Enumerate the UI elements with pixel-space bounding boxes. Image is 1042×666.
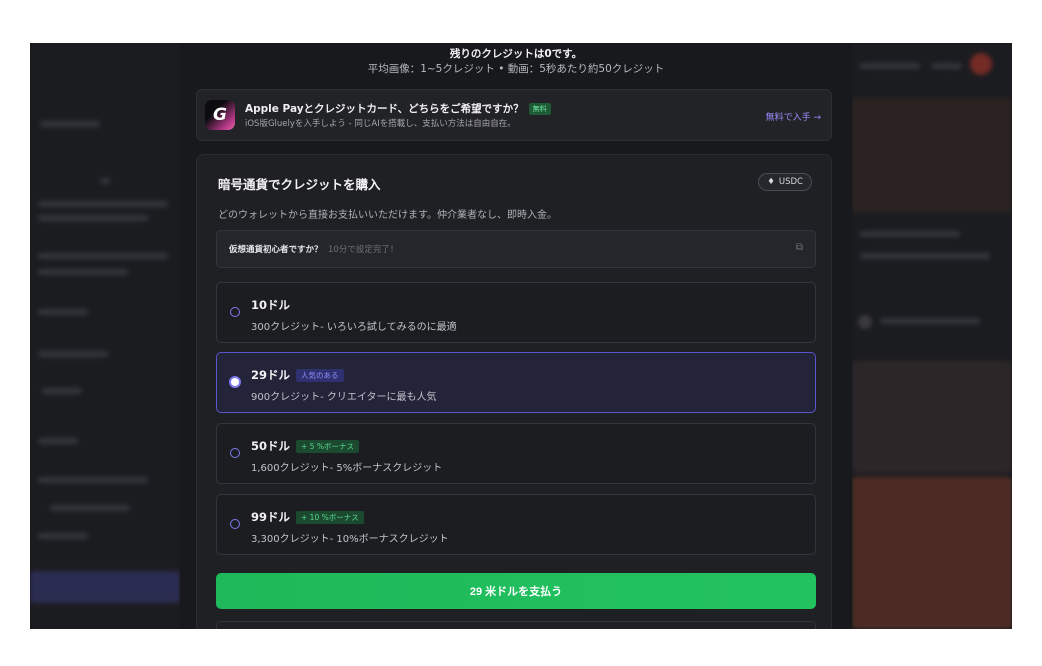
plan-option-10[interactable]: 10ドル 300クレジット- いろいろ試してみるのに最適 [216,282,816,343]
next-section-card [216,621,816,629]
radio-button[interactable] [230,307,240,317]
bonus-badge: + 10 %ボーナス [296,511,364,524]
gluely-logo-icon: G [205,100,235,130]
radio-button[interactable] [230,448,240,458]
plan-price: 99ドル [251,510,291,524]
usdc-label: USDC [778,177,803,187]
plan-price: 10ドル [251,298,291,312]
crypto-card-title: 暗号通貨でクレジットを購入 [218,177,381,192]
plan-description: 300クレジット- いろいろ試してみるのに最適 [251,322,457,333]
plan-title: 29ドル 人気のある [251,367,344,383]
promo-title: Apple Payとクレジットカード、どちらをご希望ですか？ 無料 [245,101,551,116]
background-content [852,43,1012,629]
promo-subtitle: iOS版Gluelyを入手しよう - 同じAIを搭載し、支払い方法は自由自在。 [245,119,516,129]
plan-description: 3,300クレジット- 10%ボーナスクレジット [251,534,449,545]
ios-app-promo[interactable]: G Apple Payとクレジットカード、どちらをご希望ですか？ 無料 iOS版G… [196,89,832,141]
plan-price: 50ドル [251,439,291,453]
ethereum-icon: ♦ [767,177,775,187]
background-sidebar [30,43,180,629]
radio-button[interactable] [230,519,240,529]
crypto-beginner-banner[interactable]: 仮想通貨初心者ですか？ 10分で設定完了！ ⧉ [216,230,816,268]
plan-description: 900クレジット- クリエイターに最も人気 [251,392,437,403]
promo-title-text: Apple Payとクレジットカード、どちらをご希望ですか？ [245,103,524,115]
usdc-badge[interactable]: ♦ USDC [758,173,812,191]
purchase-modal: 残りのクレジットは0です。 平均画像：1~5クレジット • 動画：5秒あたり約5… [180,43,852,629]
beginner-hint: 10分で設定完了！ [328,245,399,255]
crypto-purchase-card: 暗号通貨でクレジットを購入 ♦ USDC どのウォレットから直接お支払いいただけ… [196,154,832,629]
plan-option-50[interactable]: 50ドル + 5 %ボーナス 1,600クレジット- 5%ボーナスクレジット [216,423,816,484]
bonus-badge: + 5 %ボーナス [296,440,359,453]
free-badge: 無料 [528,103,551,115]
popular-badge: 人気のある [296,369,344,382]
external-link-icon[interactable]: ⧉ [796,242,803,253]
plan-title: 10ドル [251,297,290,313]
plan-description: 1,600クレジット- 5%ボーナスクレジット [251,463,443,474]
credit-cost-text: 平均画像：1~5クレジット • 動画：5秒あたり約50クレジット [367,63,665,75]
radio-button-selected[interactable] [230,377,240,387]
plan-title: 99ドル + 10 %ボーナス [251,509,364,525]
beginner-title: 仮想通貨初心者ですか？ [229,245,323,255]
get-free-link[interactable]: 無料で入手 → [766,110,821,123]
plan-option-29[interactable]: 29ドル 人気のある 900クレジット- クリエイターに最も人気 [216,352,816,413]
credit-notice: 残りのクレジットは0です。 平均画像：1~5クレジット • 動画：5秒あたり約5… [180,43,852,77]
remaining-credits-text: 残りのクレジットは0です。 [449,48,583,60]
plan-title: 50ドル + 5 %ボーナス [251,438,359,454]
crypto-card-subtitle: どのウォレットから直接お支払いいただけます。仲介業者なし、即時入金。 [218,210,557,221]
plan-price: 29ドル [251,368,291,382]
app-window: 残りのクレジットは0です。 平均画像：1~5クレジット • 動画：5秒あたり約5… [30,43,1012,629]
pay-button[interactable]: 29 米ドルを支払う [216,573,816,609]
plan-option-99[interactable]: 99ドル + 10 %ボーナス 3,300クレジット- 10%ボーナスクレジット [216,494,816,555]
